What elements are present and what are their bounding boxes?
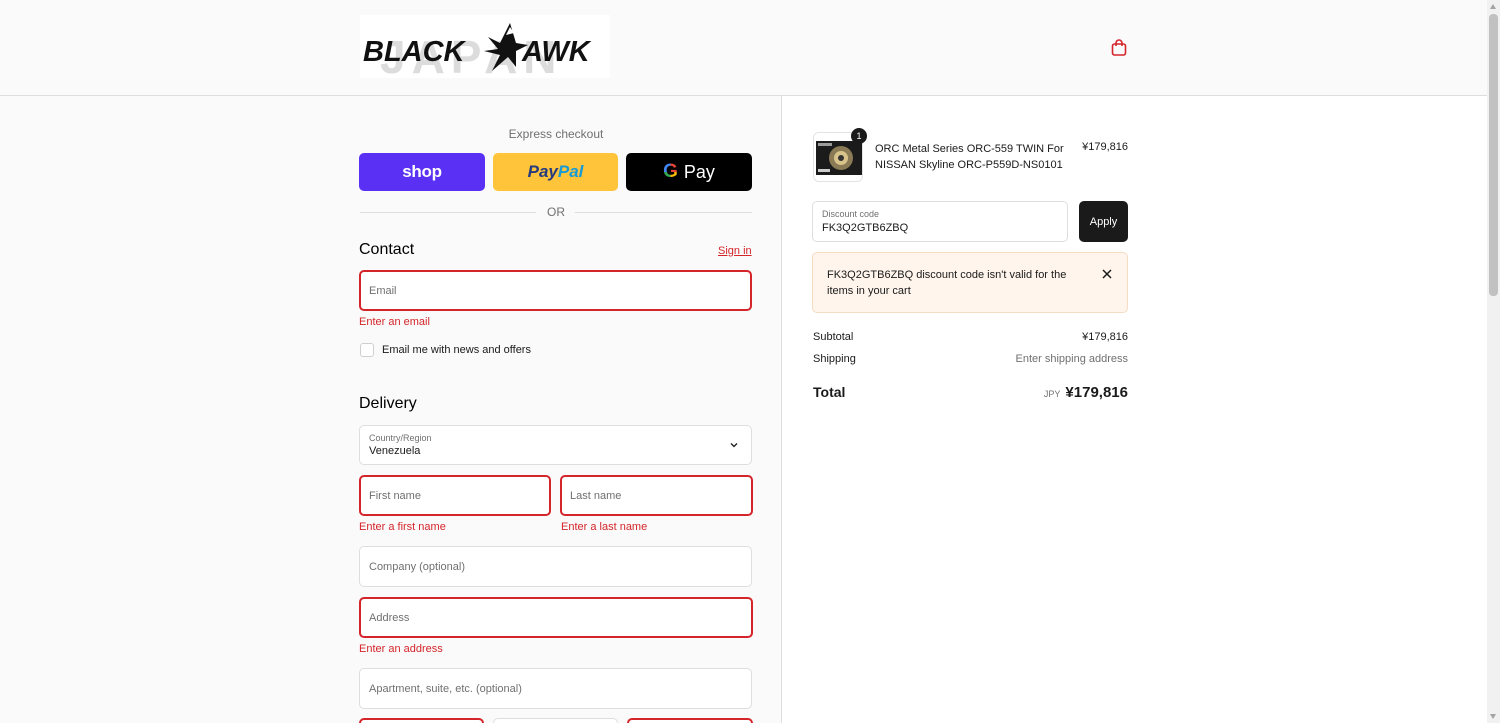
last-name-error: Enter a last name — [561, 521, 648, 533]
address-placeholder: Address — [369, 611, 410, 624]
discount-value: FK3Q2GTB6ZBQ — [822, 222, 909, 234]
total-row: Total JPY ¥179,816 — [813, 384, 1128, 404]
apply-label: Apply — [1089, 215, 1118, 228]
paypal-label-part1: Pay — [527, 162, 558, 181]
cart-button[interactable] — [1109, 38, 1129, 58]
product-price: ¥179,816 — [1082, 141, 1128, 153]
scroll-down-arrow-icon[interactable] — [1490, 714, 1496, 719]
email-placeholder: Email — [369, 284, 397, 297]
google-g-icon: G — [663, 161, 678, 182]
product-name: ORC Metal Series ORC-559 TWIN For NISSAN… — [875, 143, 1064, 171]
country-select[interactable]: Country/Region Venezuela — [359, 425, 752, 465]
company-placeholder: Company (optional) — [369, 560, 465, 573]
first-name-error: Enter a first name — [359, 521, 446, 533]
sign-in-link[interactable]: Sign in — [718, 245, 752, 257]
email-error: Enter an email — [359, 316, 430, 328]
newsletter-label: Email me with news and offers — [382, 344, 531, 356]
scrollbar-thumb[interactable] — [1489, 14, 1498, 296]
apartment-placeholder: Apartment, suite, etc. (optional) — [369, 682, 522, 695]
total-currency: JPY — [1043, 389, 1061, 399]
first-name-field[interactable]: First name — [359, 475, 551, 516]
google-pay-label: Pay — [683, 161, 715, 182]
address-error: Enter an address — [359, 643, 443, 655]
or-divider: OR — [360, 205, 752, 219]
express-checkout-title: Express checkout — [508, 127, 604, 141]
svg-text:BLACK: BLACK — [363, 36, 467, 68]
shop-pay-label: shop — [402, 162, 442, 181]
last-name-field[interactable]: Last name — [560, 475, 753, 516]
first-name-placeholder: First name — [369, 489, 421, 502]
close-icon[interactable] — [1101, 268, 1113, 280]
discount-code-field[interactable]: Discount code FK3Q2GTB6ZBQ — [812, 201, 1068, 242]
total-value-group: JPY ¥179,816 — [1044, 384, 1128, 401]
svg-text:AWK: AWK — [521, 36, 592, 68]
shipping-row: Shipping Enter shipping address — [813, 353, 1128, 365]
shopping-bag-icon — [1111, 39, 1127, 56]
paypal-button[interactable]: Pay Pal — [493, 153, 618, 191]
postal-code-field[interactable] — [627, 718, 753, 723]
order-summary-panel — [783, 96, 1487, 723]
email-field[interactable]: Email — [359, 270, 752, 311]
subtotal-value: ¥179,816 — [1082, 331, 1128, 343]
shipping-value: Enter shipping address — [1015, 353, 1128, 365]
delivery-title: Delivery — [359, 395, 417, 412]
page-scrollbar[interactable] — [1487, 0, 1500, 723]
total-amount: ¥179,816 — [1065, 384, 1128, 401]
scroll-up-arrow-icon[interactable] — [1490, 4, 1496, 9]
shipping-label: Shipping — [813, 353, 856, 365]
discount-error-alert: FK3Q2GTB6ZBQ discount code isn't valid f… — [812, 252, 1128, 313]
alert-message: FK3Q2GTB6ZBQ discount code isn't valid f… — [827, 269, 1067, 297]
company-field[interactable]: Company (optional) — [359, 546, 752, 587]
apartment-field[interactable]: Apartment, suite, etc. (optional) — [359, 668, 752, 709]
black-hawk-logo-graphic: JAPAN BLACK AWK — [363, 23, 592, 78]
store-logo[interactable]: JAPAN BLACK AWK — [360, 15, 610, 78]
newsletter-checkbox[interactable] — [360, 343, 374, 357]
country-value: Venezuela — [369, 445, 421, 457]
or-label: OR — [547, 205, 565, 219]
discount-label: Discount code — [822, 209, 880, 219]
subtotal-label: Subtotal — [813, 331, 854, 343]
country-label: Country/Region — [369, 433, 432, 443]
google-pay-button[interactable]: G Pay — [626, 153, 752, 191]
last-name-placeholder: Last name — [570, 489, 622, 502]
quantity-badge: 1 — [851, 128, 867, 144]
contact-title: Contact — [359, 241, 415, 258]
total-label: Total — [813, 384, 846, 400]
address-field[interactable]: Address — [359, 597, 753, 638]
apply-discount-button[interactable]: Apply — [1079, 201, 1128, 242]
header: JAPAN BLACK AWK — [0, 0, 1487, 96]
state-field[interactable] — [493, 718, 618, 723]
subtotal-row: Subtotal ¥179,816 — [813, 331, 1128, 343]
chevron-down-icon — [730, 443, 738, 448]
paypal-label-part2: Pal — [557, 162, 584, 181]
shop-pay-button[interactable]: shop — [359, 153, 485, 191]
city-field[interactable] — [359, 718, 484, 723]
